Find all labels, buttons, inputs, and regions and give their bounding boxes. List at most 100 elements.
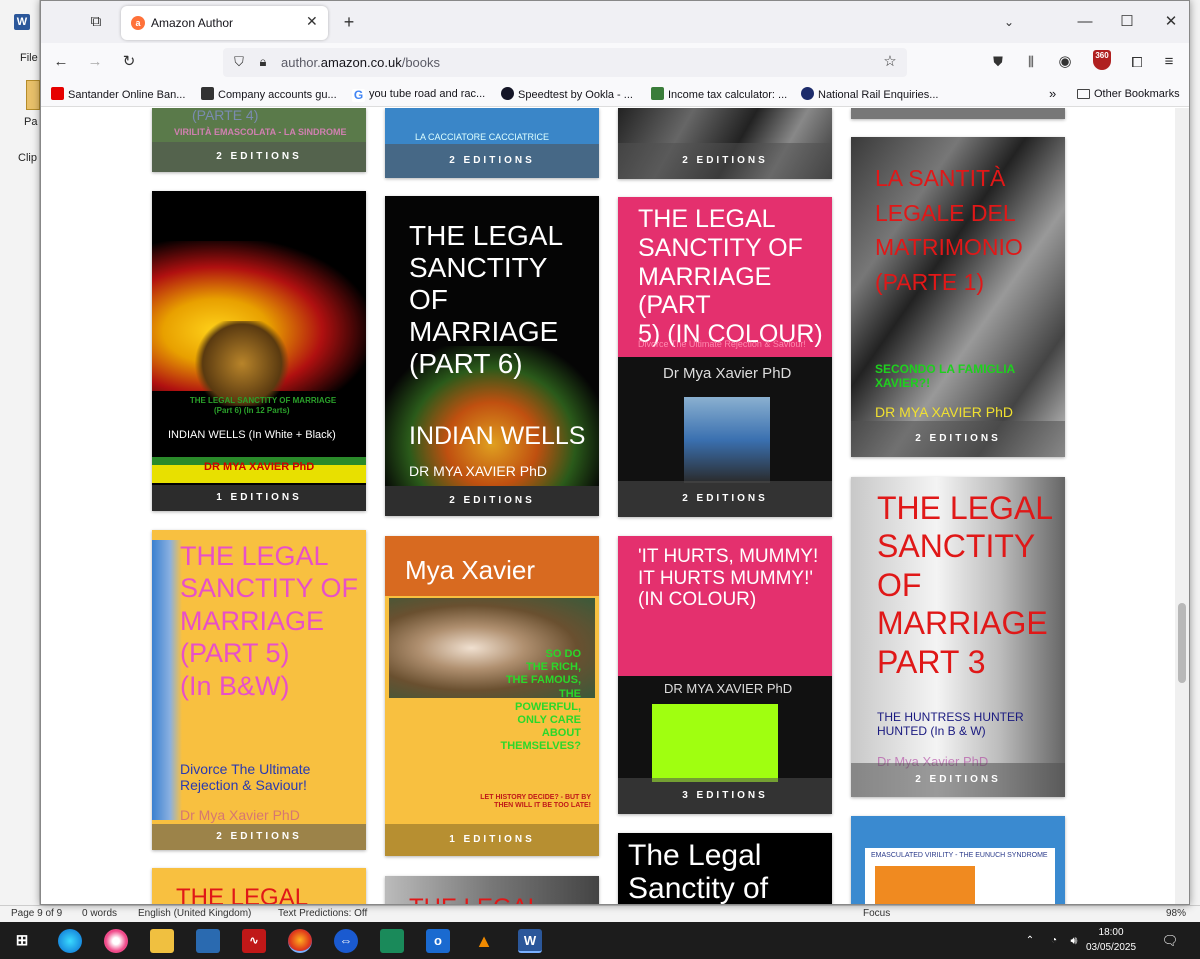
book-editions-link[interactable]: 2 EDITIONS [851,421,1065,457]
book-title: LA SANTITÀ LEGALE DEL MATRIMONIO (PARTE … [875,165,1023,295]
tab-amazon-author[interactable]: a Amazon Author ✕ [121,6,328,40]
word-word-count[interactable]: 0 words [82,908,117,919]
list-tabs-chevron-down-icon[interactable]: ⌄ [999,12,1019,32]
edge-icon[interactable] [58,929,82,953]
bookmark-national-rail[interactable]: National Rail Enquiries... [801,87,938,103]
book-title: THE LEGAL SANCTITY OF MARRIAGE PART 3 [877,490,1054,680]
excel-style-app-icon[interactable] [380,929,404,953]
word-taskbar-icon[interactable]: W [518,929,542,953]
word-text-predictions[interactable]: Text Predictions: Off [278,908,367,919]
word-clipboard-label: Clip [18,152,37,164]
page-scrollbar[interactable] [1175,108,1189,904]
bookmark-youtube-search[interactable]: Gyou tube road and rac... [352,87,485,103]
word-page-count[interactable]: Page 9 of 9 [11,908,62,919]
word-zoom-level[interactable]: 98% [1166,908,1186,919]
taskbar-clock[interactable]: 18:00 03/05/2025 [1086,925,1136,955]
book-author: Dr Mya Xavier PhD [180,807,300,823]
book-cover-bw-photo[interactable]: 2 EDITIONS [618,108,832,179]
tab-close-icon[interactable]: ✕ [306,13,318,30]
windows-start-icon[interactable]: ⊞ [10,929,34,953]
vlc-icon[interactable]: ▲ [472,929,496,953]
scrollbar-thumb[interactable] [1178,603,1186,683]
book-title: Mya Xavier [405,555,536,585]
clock-time: 18:00 [1098,927,1124,938]
book-subtitle: Divorce The Ultimate Rejection & Saviour… [180,761,311,793]
bookmark-income-tax[interactable]: Income tax calculator: ... [651,87,787,103]
book-cover-it-hurts-mummy[interactable]: 'IT HURTS, MUMMY! IT HURTS MUMMY!' (IN C… [618,536,832,814]
minimize-icon[interactable]: — [1075,12,1095,32]
word-file-tab[interactable]: File [20,52,38,64]
book-subtitle: SO DO THE RICH, THE FAMOUS, THE POWERFUL… [500,648,581,753]
file-explorer-icon[interactable] [150,929,174,953]
firefox-icon[interactable] [288,929,312,953]
book-title: THE LEGAL SANCTITY OF MARRIAGE (PART 6) [409,220,564,379]
green-knife-artwork [652,704,778,782]
book-editions-link[interactable]: 2 EDITIONS [618,143,832,179]
book-cover-parte-4[interactable]: (PARTE 4) VIRILITÀ EMASCOLATA - LA SINDR… [152,108,366,172]
teamviewer-icon[interactable]: ⇔ [334,929,358,953]
audio-app-icon[interactable]: ∿ [242,929,266,953]
book-cover-partial-yellow[interactable]: THE LEGAL [152,868,366,904]
book-editions-link[interactable]: 3 EDITIONS [618,778,832,814]
book-cover-part-5-in-colour[interactable]: THE LEGAL SANCTITY OF MARRIAGE (PART 5) … [618,197,832,517]
extensions-puzzle-icon[interactable]: ⧠ [1127,52,1147,72]
book-editions-link[interactable]: 2 EDITIONS [152,824,366,850]
book-editions-link[interactable]: 2 EDITIONS [851,763,1065,797]
reload-icon[interactable]: ↻ [119,52,139,72]
book-title: 'IT HURTS, MUMMY! IT HURTS MUMMY!' (IN C… [638,546,819,611]
pocket-icon[interactable]: ⛊ [988,52,1008,72]
book-cover-part-5-bw[interactable]: THE LEGAL SANCTITY OF MARRIAGE (PART 5) … [152,530,366,850]
menu-hamburger-icon[interactable]: ≡ [1159,52,1179,72]
book-editions-link[interactable]: 1 EDITIONS [152,485,366,511]
book-editions-link[interactable]: 2 EDITIONS [385,144,599,178]
book-cover-partial-emasculated-virility[interactable]: EMASCULATED VIRILITY - THE EUNUCH SYNDRO… [851,816,1065,904]
forward-arrow-icon[interactable]: → [85,52,105,72]
bookmark-company-accounts[interactable]: Company accounts gu... [201,87,337,103]
notifications-icon[interactable]: 🗨︎ [1158,929,1182,953]
bookmark-star-icon[interactable]: ☆ [880,52,900,72]
book-cover-partial-black[interactable]: The Legal Sanctity of [618,833,832,904]
outlook-icon[interactable]: o [426,929,450,953]
bookmarks-overflow-chevron-icon[interactable]: » [1049,87,1056,103]
word-language[interactable]: English (United Kingdom) [138,908,251,919]
new-tab-icon[interactable]: + [339,12,359,32]
book-author: DR MYA XAVIER PhD [409,463,547,479]
scanner-app-icon[interactable] [196,929,220,953]
book-cover-partial-grey[interactable]: THE LEGAL [385,876,599,904]
book-cover-santita-legale[interactable]: LA SANTITÀ LEGALE DEL MATRIMONIO (PARTE … [851,137,1065,457]
orange-shape [875,866,975,904]
book-author: DR MYA XAVIER PhD [664,681,793,696]
tracking-shield-icon[interactable]: ⛉ [229,52,249,72]
maximize-icon[interactable]: ☐ [1117,12,1137,32]
word-focus-button[interactable]: Focus [863,908,890,919]
other-bookmarks[interactable]: Other Bookmarks [1077,87,1180,103]
word-paste-label: Pa [24,116,38,128]
book-editions-link[interactable]: 2 EDITIONS [618,481,832,517]
book-editions-link[interactable]: 2 EDITIONS [152,142,366,172]
volume-icon[interactable]: 🔊︎ [1062,929,1086,953]
book-cover-indian-wells-white-black[interactable]: THE LEGAL SANCTITY OF MARRIAGE (Part 6) … [152,191,366,511]
windows-taskbar: ⊞ ∿ ⇔ o ▲ W ⌃ ◔ 🔊︎ 18:00 03/05/2025 🗨︎ [0,922,1200,959]
word-app-icon[interactable]: W [14,14,30,30]
bookmark-santander[interactable]: Santander Online Ban... [51,87,185,103]
address-bar[interactable]: ⛉ 🔒︎ author.amazon.co.uk/books ☆ [223,48,907,77]
book-cover-part-6-indian-wells[interactable]: THE LEGAL SANCTITY OF MARRIAGE (PART 6) … [385,196,599,516]
book-cover-partial-top[interactable] [851,108,1065,119]
library-icon[interactable]: ⫼ [1021,52,1041,72]
paste-icon[interactable] [26,80,40,110]
companies-house-favicon-icon [201,87,214,100]
back-arrow-icon[interactable]: ← [51,52,71,72]
tray-chevron-up-icon[interactable]: ⌃ [1018,929,1042,953]
lock-icon[interactable]: 🔒︎ [253,52,273,72]
book-editions-link[interactable]: 2 EDITIONS [385,486,599,516]
account-icon[interactable]: ◉ [1055,52,1075,72]
book-editions-link[interactable]: 1 EDITIONS [385,824,599,856]
book-cover-part-3-huntress[interactable]: THE LEGAL SANCTITY OF MARRIAGE PART 3 TH… [851,477,1065,797]
tab-overview-icon[interactable]: ⧉ [86,12,106,32]
window-close-icon[interactable]: ✕ [1161,12,1181,32]
extension-360-icon[interactable]: 360 [1093,50,1111,70]
itunes-icon[interactable] [104,929,128,953]
bookmark-speedtest[interactable]: Speedtest by Ookla - ... [501,87,633,103]
book-cover-mya-xavier-so-do-the-rich[interactable]: Mya Xavier SO DO THE RICH, THE FAMOUS, T… [385,536,599,856]
book-cover-cacciatore[interactable]: LA CACCIATORE CACCIATRICE 2 EDITIONS [385,108,599,178]
